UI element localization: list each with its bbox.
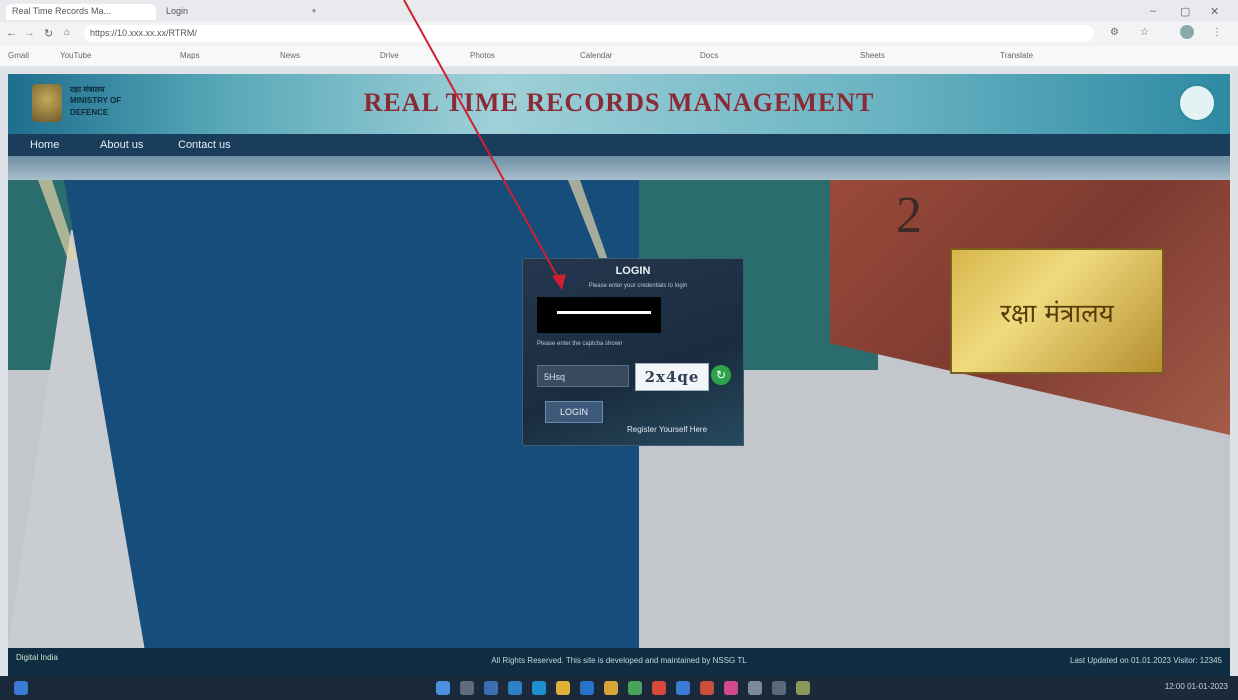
taskbar-app-icon[interactable] <box>532 681 546 695</box>
new-tab-button[interactable]: + <box>304 4 324 20</box>
windows-icon[interactable] <box>436 681 450 695</box>
ministry-plaque: रक्षा मंत्रालय <box>950 248 1164 374</box>
browser-tab-rtrm[interactable]: Real Time Records Ma... <box>6 4 156 20</box>
nav-about-us[interactable]: About us <box>100 139 143 151</box>
bookmark-item[interactable]: Translate <box>1000 51 1033 60</box>
search-icon[interactable] <box>460 681 474 695</box>
login-panel: LOGIN Please enter your credentials to l… <box>522 258 744 446</box>
system-tray[interactable]: 12:00 01-01-2023 <box>1165 682 1228 691</box>
building-number: 2 <box>896 187 922 244</box>
reload-icon[interactable]: ↻ <box>44 27 53 40</box>
bookmark-item[interactable]: Calendar <box>580 51 612 60</box>
nav-contact-us[interactable]: Contact us <box>178 139 231 151</box>
bookmark-item[interactable]: News <box>280 51 300 60</box>
url-input[interactable]: https://10.xxx.xx.xx/RTRM/ <box>84 25 1094 42</box>
main-nav: Home About us Contact us <box>8 134 1230 156</box>
bookmark-item[interactable]: Docs <box>700 51 718 60</box>
clock-time: 12:00 <box>1164 682 1185 691</box>
register-link[interactable]: Register Yourself Here <box>627 425 707 434</box>
taskbar-app-icon[interactable] <box>604 681 618 695</box>
taskbar-app-icon[interactable] <box>628 681 642 695</box>
login-button[interactable]: LOGIN <box>545 401 603 423</box>
profile-avatar[interactable] <box>1180 25 1194 39</box>
browser-tab-login[interactable]: Login <box>160 4 300 20</box>
bookmark-item[interactable]: Photos <box>470 51 495 60</box>
nav-shadow-band <box>8 156 1230 180</box>
taskbar-app-icon[interactable] <box>700 681 714 695</box>
captcha-label: Please enter the captcha shown <box>537 341 623 347</box>
taskbar-app-icon[interactable] <box>580 681 594 695</box>
menu-icon[interactable]: ⋮ <box>1212 27 1222 38</box>
bookmark-item[interactable]: Drive <box>380 51 399 60</box>
captcha-image: 2x4qe <box>635 363 709 391</box>
folder-icon[interactable] <box>556 681 570 695</box>
footer-copyright: All Rights Reserved. This site is develo… <box>491 656 747 665</box>
redaction-line <box>557 311 651 314</box>
bookmark-item[interactable]: Sheets <box>860 51 885 60</box>
start-icon[interactable] <box>14 681 28 695</box>
os-taskbar: 12:00 01-01-2023 <box>0 676 1238 700</box>
taskbar-app-icon[interactable] <box>724 681 738 695</box>
browser-tab-bar: Real Time Records Ma... Login + – ▢ ✕ <box>0 0 1238 22</box>
taskbar-app-icon[interactable] <box>772 681 786 695</box>
extensions-icon[interactable]: ⚙ <box>1110 27 1119 38</box>
site-title: REAL TIME RECORDS MANAGEMENT <box>363 88 875 117</box>
captcha-input[interactable]: 5Hsq <box>537 365 629 387</box>
maximize-icon[interactable]: ▢ <box>1180 5 1190 18</box>
login-hint: Please enter your credentials to login <box>588 283 688 289</box>
bookmark-star-icon[interactable]: ☆ <box>1140 27 1149 38</box>
clock-date: 01-01-2023 <box>1187 682 1228 691</box>
home-icon[interactable]: ⌂ <box>64 27 70 38</box>
taskbar-app-icon[interactable] <box>508 681 522 695</box>
site-header: रक्षा मंत्रालय MINISTRY OF DEFENCE REAL … <box>8 74 1230 134</box>
minimize-icon[interactable]: – <box>1150 5 1156 17</box>
taskbar-app-icon[interactable] <box>676 681 690 695</box>
partner-logo <box>1178 84 1216 122</box>
login-title: LOGIN <box>615 265 651 277</box>
forward-icon[interactable]: → <box>24 27 35 39</box>
taskbar-app-icon[interactable] <box>796 681 810 695</box>
chrome-icon[interactable] <box>652 681 666 695</box>
taskbar-app-icon[interactable] <box>748 681 762 695</box>
bookmark-item[interactable]: Gmail <box>8 51 29 60</box>
nav-home[interactable]: Home <box>30 139 59 151</box>
refresh-captcha-icon[interactable]: ↻ <box>711 365 731 385</box>
close-icon[interactable]: ✕ <box>1210 5 1219 18</box>
plaque-text: रक्षा मंत्रालय <box>1000 299 1114 329</box>
site-footer: Digital India All Rights Reserved. This … <box>8 648 1230 676</box>
address-toolbar: ← → ↻ ⌂ https://10.xxx.xx.xx/RTRM/ ⚙ ☆ ⋮ <box>0 22 1238 46</box>
bookmark-item[interactable]: YouTube <box>60 51 91 60</box>
back-icon[interactable]: ← <box>6 27 17 39</box>
taskbar-app-icon[interactable] <box>484 681 498 695</box>
bookmark-item[interactable]: Maps <box>180 51 200 60</box>
bookmarks-bar: Gmail YouTube Maps News Drive Photos Cal… <box>0 46 1238 66</box>
footer-last-updated: Last Updated on 01.01.2023 Visitor: 1234… <box>1070 656 1222 665</box>
redacted-credentials-field[interactable] <box>537 297 661 333</box>
